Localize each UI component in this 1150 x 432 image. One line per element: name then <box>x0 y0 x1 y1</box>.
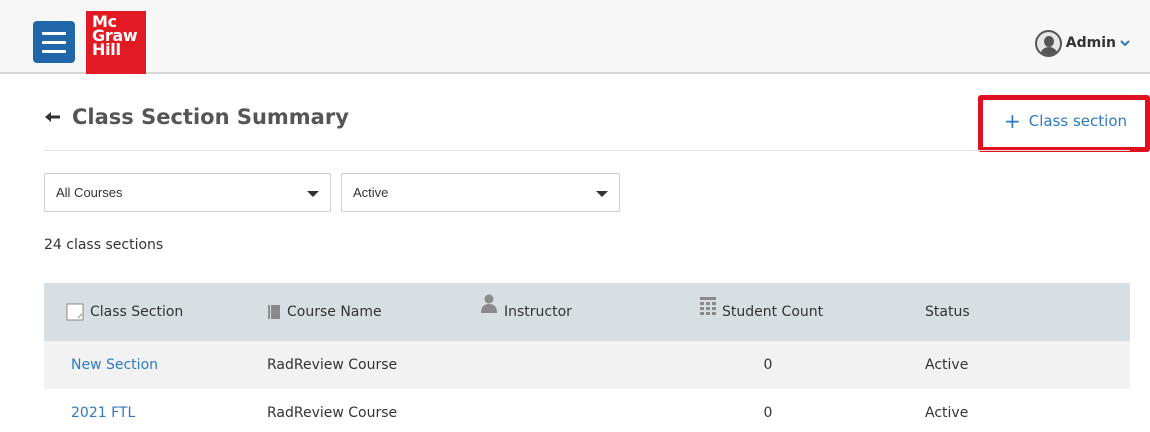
column-header-label: Class Section <box>90 304 184 320</box>
status-cell: Active <box>925 405 969 421</box>
course-filter-select[interactable]: All Courses <box>44 173 331 212</box>
class-section-link[interactable]: New Section <box>71 341 158 389</box>
column-header-instructor[interactable]: Instructor <box>480 283 572 341</box>
table-row: New Section RadReview Course 0 Active <box>44 341 1130 389</box>
section-count: 24 class sections <box>44 237 164 253</box>
person-icon <box>481 294 497 313</box>
caret-down-icon <box>307 191 319 197</box>
book-icon <box>268 305 280 319</box>
add-class-section-label: Class section <box>1028 112 1128 130</box>
column-header-label: Instructor <box>504 304 572 320</box>
menu-bar <box>42 49 66 53</box>
column-header-course-name[interactable]: Course Name <box>267 283 382 341</box>
column-header-label: Student Count <box>722 304 824 320</box>
user-menu[interactable]: Admin <box>1034 27 1130 59</box>
user-avatar-icon <box>1034 29 1062 57</box>
column-header-label: Status <box>925 304 970 320</box>
checkbox-icon <box>66 303 84 321</box>
table-header: Class Section Course Name Instructor Stu… <box>44 283 1130 341</box>
course-name-cell: RadReview Course <box>267 357 398 373</box>
grid-icon <box>700 297 716 315</box>
status-cell: Active <box>925 357 969 373</box>
status-filter-select[interactable]: Active <box>341 173 620 212</box>
back-arrow-icon[interactable] <box>44 110 62 124</box>
course-filter-value: All Courses <box>56 185 123 200</box>
course-name-cell: RadReview Course <box>267 405 398 421</box>
add-class-section-button[interactable]: + Class section <box>1004 110 1127 132</box>
divider <box>44 150 1130 151</box>
user-name: Admin <box>1065 35 1116 51</box>
logo-line: Hill <box>92 40 121 59</box>
chevron-down-icon <box>1120 40 1130 47</box>
column-header-student-count[interactable]: Student Count <box>700 283 823 341</box>
top-header: Mc Graw Hill Admin <box>0 0 1150 74</box>
status-filter-value: Active <box>353 185 389 200</box>
page-title: Class Section Summary <box>72 105 349 129</box>
column-header-label: Course Name <box>287 304 382 320</box>
class-section-table: Class Section Course Name Instructor Stu… <box>44 283 1130 432</box>
mcgraw-hill-logo: Mc Graw Hill <box>86 11 146 74</box>
menu-button[interactable] <box>33 21 75 63</box>
menu-bar <box>42 40 66 44</box>
caret-down-icon <box>596 191 608 197</box>
column-header-status[interactable]: Status <box>925 283 970 341</box>
column-header-class-section[interactable]: Class Section <box>66 283 183 341</box>
plus-icon: + <box>1004 109 1021 133</box>
page-heading: Class Section Summary <box>44 97 349 137</box>
menu-bar <box>42 31 66 35</box>
class-section-link[interactable]: 2021 FTL <box>71 389 135 432</box>
table-row: 2021 FTL RadReview Course 0 Active <box>44 389 1130 432</box>
student-count-cell: 0 <box>763 405 773 421</box>
student-count-cell: 0 <box>763 357 773 373</box>
